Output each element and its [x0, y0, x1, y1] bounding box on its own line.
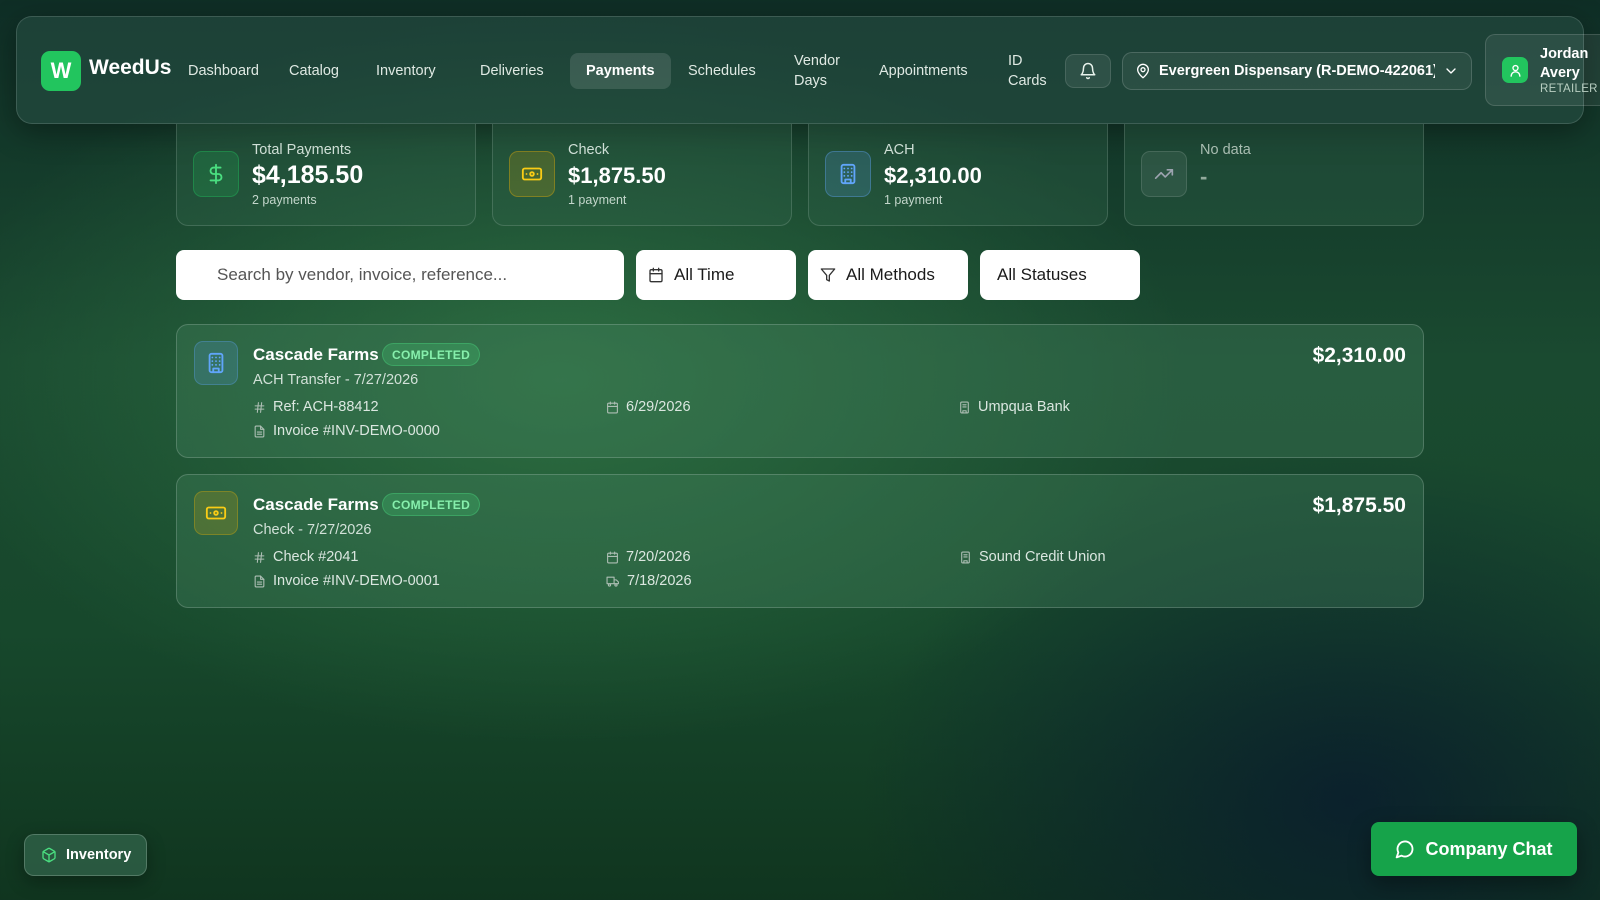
nav-id-cards[interactable]: ID Cards — [992, 49, 1056, 93]
banknote-icon — [509, 151, 555, 197]
location-select[interactable]: Evergreen Dispensary (R-DEMO-422061) — [1122, 52, 1472, 90]
bank-detail: Umpqua Bank — [958, 399, 1070, 415]
vendor-name: Cascade Farms — [253, 495, 379, 514]
inventory-float-label: Inventory — [66, 847, 132, 863]
stat-sub: 2 payments — [252, 193, 317, 207]
bell-icon — [1079, 62, 1097, 80]
user-last-name: Avery — [1540, 65, 1580, 81]
stat-value: $4,185.50 — [252, 161, 364, 189]
payment-amount: $2,310.00 — [1312, 344, 1406, 367]
date-detail: 7/20/2026 — [606, 549, 691, 565]
date-text: 7/20/2026 — [626, 549, 691, 565]
brand-name[interactable]: WeedUs — [89, 56, 171, 80]
time-filter-label: All Time — [674, 265, 735, 284]
payment-row[interactable]: Cascade Farms COMPLETED ACH Transfer - 7… — [176, 324, 1424, 458]
date-text: 6/29/2026 — [626, 399, 691, 415]
message-icon — [1395, 839, 1415, 859]
payment-amount: $1,875.50 — [1312, 494, 1406, 517]
nav-vendor-days[interactable]: Vendor Days — [778, 49, 868, 93]
invoice-detail: Invoice #INV-DEMO-0000 — [253, 423, 440, 439]
trend-icon — [1141, 151, 1187, 197]
filter-icon — [820, 267, 836, 283]
invoice-text: Invoice #INV-DEMO-0000 — [273, 423, 440, 439]
nav-catalog[interactable]: Catalog — [273, 53, 355, 89]
company-chat-label: Company Chat — [1425, 838, 1553, 859]
banknote-icon — [194, 491, 238, 535]
truck-icon — [606, 575, 620, 588]
delivery-detail: 7/18/2026 — [606, 573, 692, 589]
inventory-float-button[interactable]: Inventory — [24, 834, 147, 876]
user-first-name: Jordan — [1540, 46, 1589, 62]
dollar-icon — [193, 151, 239, 197]
time-filter[interactable]: All Time — [636, 250, 796, 300]
bank-detail: Sound Credit Union — [959, 549, 1106, 565]
vendor-name: Cascade Farms — [253, 345, 379, 364]
hash-icon — [253, 401, 266, 414]
hash-icon — [253, 551, 266, 564]
bank-icon — [194, 341, 238, 385]
location-label: Evergreen Dispensary (R-DEMO-422061) — [1159, 63, 1435, 79]
user-menu[interactable]: Jordan Avery RETAILER — [1485, 34, 1600, 106]
user-role: RETAILER — [1540, 83, 1598, 95]
map-pin-icon — [1135, 63, 1151, 79]
payment-subtitle: ACH Transfer - 7/27/2026 — [253, 372, 419, 388]
calendar-icon — [648, 267, 664, 283]
reference-detail: Check #2041 — [253, 549, 358, 565]
package-icon — [41, 847, 57, 863]
stat-card-check: Check $1,875.50 1 payment — [492, 124, 792, 226]
bank-text: Sound Credit Union — [979, 549, 1106, 565]
stat-label: No data — [1200, 142, 1251, 158]
avatar — [1502, 57, 1528, 83]
reference-detail: Ref: ACH-88412 — [253, 399, 379, 415]
nav-appointments[interactable]: Appointments — [863, 53, 984, 89]
status-badge: COMPLETED — [382, 493, 481, 516]
method-filter-label: All Methods — [846, 265, 935, 284]
file-icon — [253, 425, 266, 438]
invoice-text: Invoice #INV-DEMO-0001 — [273, 573, 440, 589]
stat-label: Total Payments — [252, 142, 352, 158]
stat-value: $2,310.00 — [884, 163, 982, 188]
calendar-icon — [606, 401, 619, 414]
bank-text: Umpqua Bank — [978, 399, 1070, 415]
stat-sub: 1 payment — [568, 193, 627, 207]
stat-value: - — [1200, 164, 1208, 189]
logo-badge[interactable]: W — [41, 51, 81, 91]
stat-sub: 1 payment — [884, 193, 943, 207]
chevron-down-icon — [1443, 63, 1459, 79]
reference-text: Check #2041 — [273, 549, 359, 565]
file-icon — [253, 575, 266, 588]
company-chat-button[interactable]: Company Chat — [1371, 822, 1577, 876]
stat-card-empty: No data - — [1124, 124, 1424, 226]
search-input[interactable] — [176, 250, 624, 300]
bank-icon — [959, 551, 972, 564]
status-filter[interactable]: All Statuses — [980, 250, 1140, 300]
reference-text: Ref: ACH-88412 — [273, 399, 379, 415]
status-badge: COMPLETED — [382, 343, 481, 366]
bank-icon — [958, 401, 971, 414]
bank-icon — [825, 151, 871, 197]
nav-dashboard[interactable]: Dashboard — [172, 53, 275, 89]
payment-subtitle: Check - 7/27/2026 — [253, 522, 372, 538]
nav-schedules[interactable]: Schedules — [672, 53, 772, 89]
stat-card-ach: ACH $2,310.00 1 payment — [808, 124, 1108, 226]
method-filter[interactable]: All Methods — [808, 250, 968, 300]
nav-payments[interactable]: Payments — [570, 53, 671, 89]
stat-card-total: Total Payments $4,185.50 2 payments — [176, 124, 476, 226]
notifications-button[interactable] — [1065, 54, 1111, 88]
status-filter-label: All Statuses — [997, 265, 1087, 284]
calendar-icon — [606, 551, 619, 564]
invoice-detail: Invoice #INV-DEMO-0001 — [253, 573, 440, 589]
date-detail: 6/29/2026 — [606, 399, 691, 415]
nav-deliveries[interactable]: Deliveries — [464, 53, 560, 89]
delivery-date-text: 7/18/2026 — [627, 573, 692, 589]
payment-row[interactable]: Cascade Farms COMPLETED Check - 7/27/202… — [176, 474, 1424, 608]
stat-value: $1,875.50 — [568, 163, 666, 188]
stat-label: ACH — [884, 142, 915, 158]
nav-inventory[interactable]: Inventory — [360, 53, 452, 89]
top-navigation: W WeedUs Dashboard Catalog Inventory Del… — [16, 16, 1600, 124]
stat-label: Check — [568, 142, 610, 158]
